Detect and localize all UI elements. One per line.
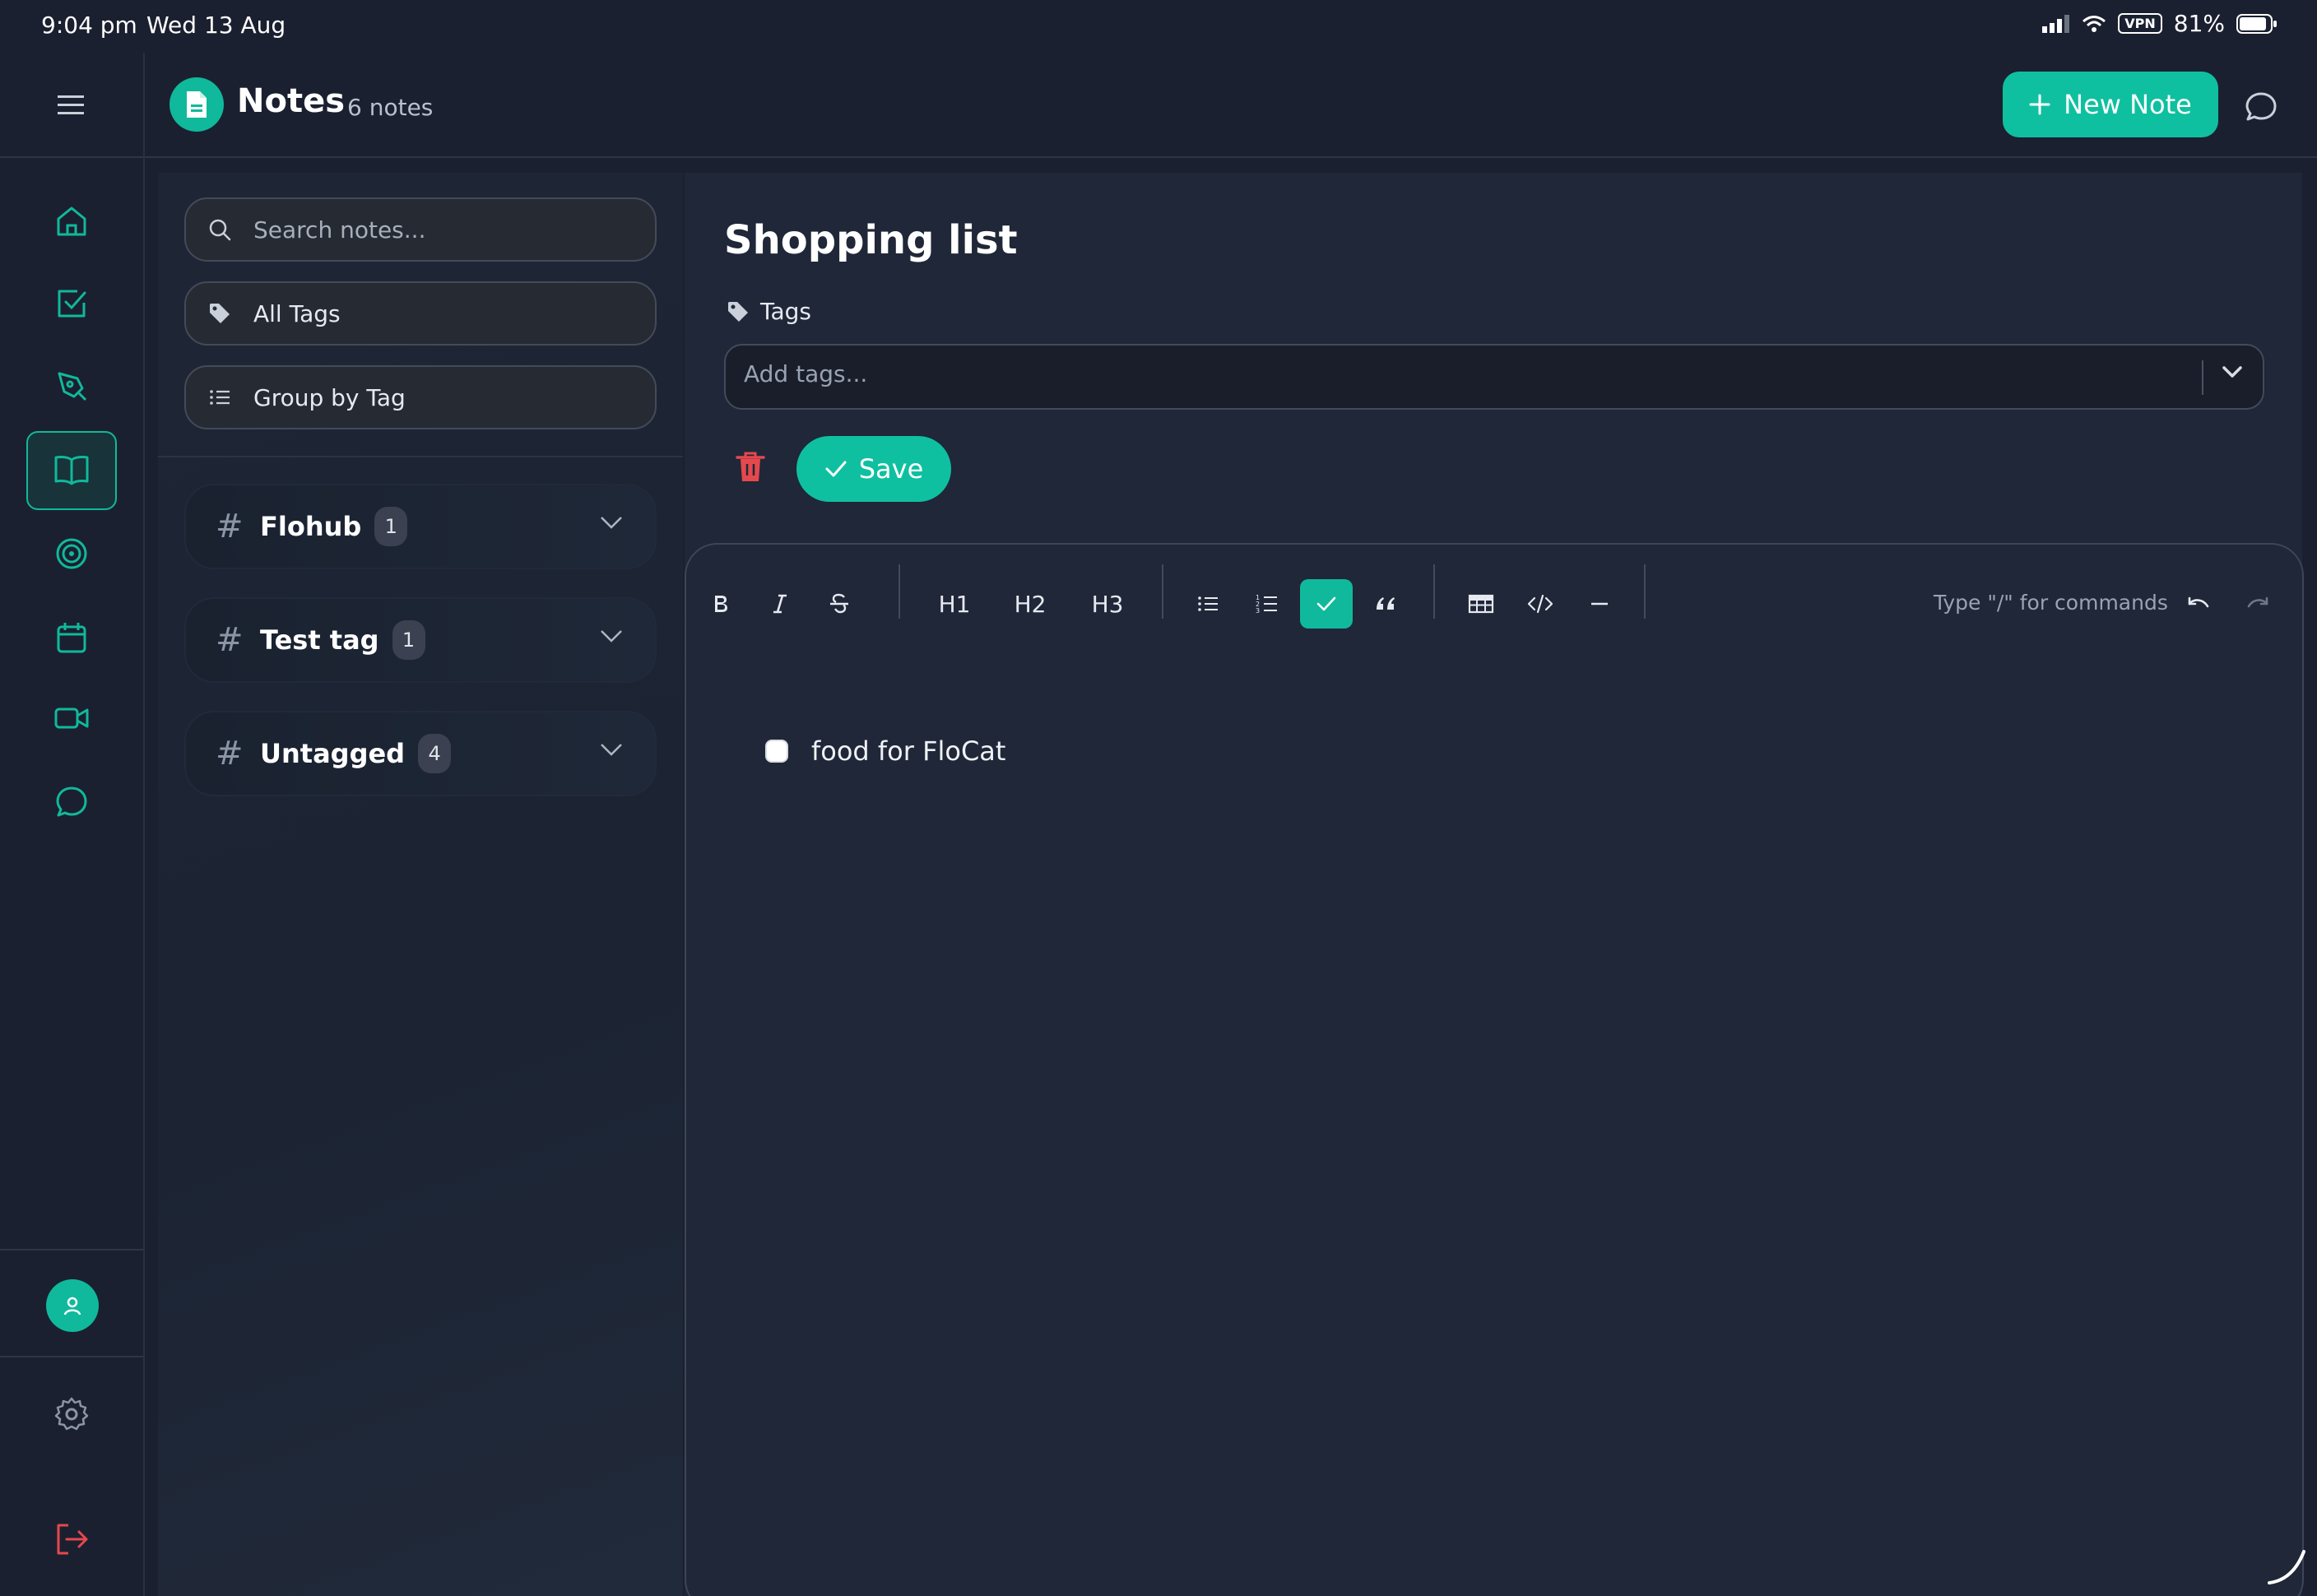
all-tags-label: All Tags (253, 299, 341, 327)
vpn-badge: VPN (2118, 13, 2162, 34)
horizontal-rule-button[interactable] (1581, 579, 1618, 629)
rail-divider (143, 53, 145, 1596)
search-field[interactable] (184, 197, 657, 262)
chevron-down-icon[interactable] (2222, 365, 2243, 378)
save-label: Save (858, 453, 924, 485)
tag-count-badge: 1 (374, 507, 408, 546)
notes-book-icon[interactable] (53, 451, 91, 489)
resize-handle-icon[interactable] (2266, 1547, 2307, 1586)
delete-trash-icon[interactable] (736, 451, 765, 487)
battery-percent: 81% (2173, 10, 2225, 37)
tag-group-untagged[interactable]: # Untagged 4 (184, 711, 657, 796)
chevron-down-icon[interactable] (599, 515, 624, 530)
tag-group-name: Test tag (260, 624, 379, 656)
ordered-list-button[interactable]: 123 (1251, 579, 1284, 629)
battery-icon (2236, 13, 2278, 34)
note-title[interactable]: Shopping list (724, 217, 1018, 263)
heading-1-button[interactable]: H1 (930, 579, 979, 629)
toolbar-separator (1162, 564, 1163, 619)
status-indicators: VPN 81% (2042, 10, 2278, 37)
rail-separator (0, 1356, 143, 1357)
slash-command-hint: Type "/" for commands (1934, 591, 2168, 615)
new-note-button[interactable]: New Note (2003, 72, 2218, 137)
logout-icon[interactable] (53, 1520, 91, 1558)
italic-button[interactable] (764, 579, 796, 629)
svg-text:3: 3 (1256, 607, 1260, 615)
notes-logo-icon (169, 77, 224, 132)
new-note-label: New Note (2064, 89, 2192, 120)
plus-icon (2029, 94, 2050, 115)
save-button[interactable]: Save (796, 436, 951, 502)
hash-icon: # (216, 508, 244, 545)
group-by-tag-label: Group by Tag (253, 383, 406, 411)
group-by-tag-button[interactable]: Group by Tag (184, 365, 657, 429)
menu-icon[interactable] (56, 92, 86, 118)
video-icon[interactable] (53, 699, 91, 737)
tasks-icon[interactable] (53, 285, 91, 322)
chevron-down-icon[interactable] (599, 742, 624, 757)
tags-input[interactable] (744, 360, 2060, 387)
page-title: Notes (237, 82, 346, 120)
tag-icon (207, 301, 232, 326)
task-text[interactable]: food for FloCat (811, 735, 1005, 767)
pen-icon[interactable] (53, 367, 91, 405)
status-bar: 9:04 pm Wed 13 Aug VPN 81% (0, 0, 2317, 53)
all-tags-button[interactable]: All Tags (184, 281, 657, 346)
toolbar-separator (1644, 564, 1646, 619)
bullet-list-button[interactable] (1191, 579, 1224, 629)
heading-2-button[interactable]: H2 (1005, 579, 1055, 629)
note-count: 6 notes (347, 94, 434, 121)
task-checkbox[interactable] (765, 740, 788, 763)
rail-separator (0, 1249, 143, 1250)
check-icon (824, 459, 847, 479)
avatar[interactable] (46, 1279, 99, 1332)
blockquote-button[interactable] (1369, 579, 1402, 629)
undo-icon[interactable] (2182, 579, 2215, 629)
hash-icon: # (216, 735, 244, 772)
list-icon (207, 385, 232, 410)
tag-count-badge: 4 (418, 734, 452, 773)
cellular-signal-icon (2042, 14, 2070, 33)
tag-count-badge: 1 (392, 620, 425, 660)
chat-icon[interactable] (53, 783, 91, 821)
toolbar-separator (898, 564, 900, 619)
calendar-icon[interactable] (53, 619, 91, 656)
tags-select[interactable] (724, 344, 2264, 410)
tag-group-flohub[interactable]: # Flohub 1 (184, 484, 657, 569)
tag-group-name: Untagged (260, 738, 406, 769)
sidebar-separator (158, 456, 683, 457)
status-date: Wed 13 Aug (146, 12, 286, 39)
target-icon[interactable] (53, 535, 91, 573)
tags-select-divider (2202, 360, 2203, 395)
table-button[interactable] (1463, 579, 1499, 629)
tag-group-name: Flohub (260, 511, 362, 542)
settings-gear-icon[interactable] (53, 1395, 91, 1433)
redo-icon[interactable] (2241, 579, 2274, 629)
user-icon (62, 1295, 83, 1316)
code-icon[interactable] (1522, 579, 1558, 629)
chevron-down-icon[interactable] (599, 629, 624, 643)
rich-text-editor[interactable]: H1 H2 H3 123 Type "/" for commands food … (685, 543, 2304, 1596)
status-time: 9:04 pm (41, 12, 137, 39)
bold-button[interactable] (704, 579, 737, 629)
chat-bubble-icon[interactable] (2245, 90, 2278, 123)
tags-label-row: Tags (726, 298, 811, 325)
toolbar-separator (1433, 564, 1435, 619)
wifi-icon (2082, 15, 2106, 33)
tag-icon (726, 299, 750, 324)
task-list-item: food for FloCat (765, 735, 1005, 767)
strikethrough-button[interactable] (823, 579, 856, 629)
tags-label: Tags (760, 298, 811, 325)
task-list-button[interactable] (1300, 579, 1353, 629)
tag-group-test-tag[interactable]: # Test tag 1 (184, 597, 657, 683)
hash-icon: # (216, 621, 244, 659)
heading-3-button[interactable]: H3 (1083, 579, 1132, 629)
search-icon (207, 217, 232, 242)
home-icon[interactable] (53, 202, 91, 240)
search-input[interactable] (253, 216, 615, 244)
